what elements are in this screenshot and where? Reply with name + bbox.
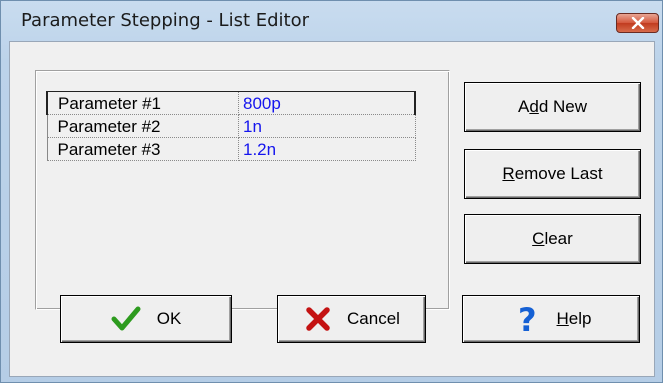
cancel-button[interactable]: Cancel xyxy=(277,295,426,343)
ok-button[interactable]: OK xyxy=(60,295,232,343)
parameter-list[interactable]: Parameter #1 800p Parameter #2 1n Parame… xyxy=(46,91,416,161)
parameter-name-cell[interactable]: Parameter #2 xyxy=(46,114,239,138)
parameter-name-cell[interactable]: Parameter #3 xyxy=(46,137,239,161)
remove-last-button[interactable]: Remove Last xyxy=(464,149,641,199)
clear-mnemonic: C xyxy=(532,229,545,248)
dialog-window: Parameter Stepping - List Editor Paramet… xyxy=(0,0,663,383)
question-mark-icon: ? xyxy=(511,304,541,334)
parameter-name-cell[interactable]: Parameter #1 xyxy=(46,91,239,115)
help-button[interactable]: ? Help xyxy=(462,295,640,343)
close-icon xyxy=(631,17,645,29)
x-icon xyxy=(303,304,333,334)
clear-label: lear xyxy=(544,229,573,248)
table-row[interactable]: Parameter #2 1n xyxy=(46,114,416,138)
table-row[interactable]: Parameter #3 1.2n xyxy=(46,137,416,161)
remove-last-mnemonic: R xyxy=(502,164,515,183)
table-row[interactable]: Parameter #1 800p xyxy=(46,91,416,115)
parameter-value-cell[interactable]: 1n xyxy=(238,114,416,138)
svg-text:?: ? xyxy=(518,304,537,334)
cancel-label: Cancel xyxy=(347,309,400,328)
parameter-value-cell[interactable]: 800p xyxy=(238,91,416,115)
add-new-button[interactable]: Add New xyxy=(464,82,641,132)
add-new-label-rest: d New xyxy=(538,97,587,116)
remove-last-label: emove Last xyxy=(514,164,603,183)
window-title: Parameter Stepping - List Editor xyxy=(21,10,310,31)
checkmark-icon xyxy=(111,304,141,334)
parameter-list-panel: Parameter #1 800p Parameter #2 1n Parame… xyxy=(35,70,450,310)
ok-label: OK xyxy=(156,309,182,328)
parameter-value-cell[interactable]: 1.2n xyxy=(238,137,416,161)
add-new-mnemonic: d xyxy=(529,97,539,116)
clear-button[interactable]: Clear xyxy=(464,214,641,264)
help-label-rest: elp xyxy=(568,309,592,328)
help-mnemonic: H xyxy=(556,309,569,328)
dialog-body: Parameter #1 800p Parameter #2 1n Parame… xyxy=(9,41,655,377)
close-button[interactable] xyxy=(616,13,659,33)
title-bar[interactable]: Parameter Stepping - List Editor xyxy=(1,1,662,41)
add-new-label: A xyxy=(518,97,530,116)
help-label: Help xyxy=(557,309,592,329)
